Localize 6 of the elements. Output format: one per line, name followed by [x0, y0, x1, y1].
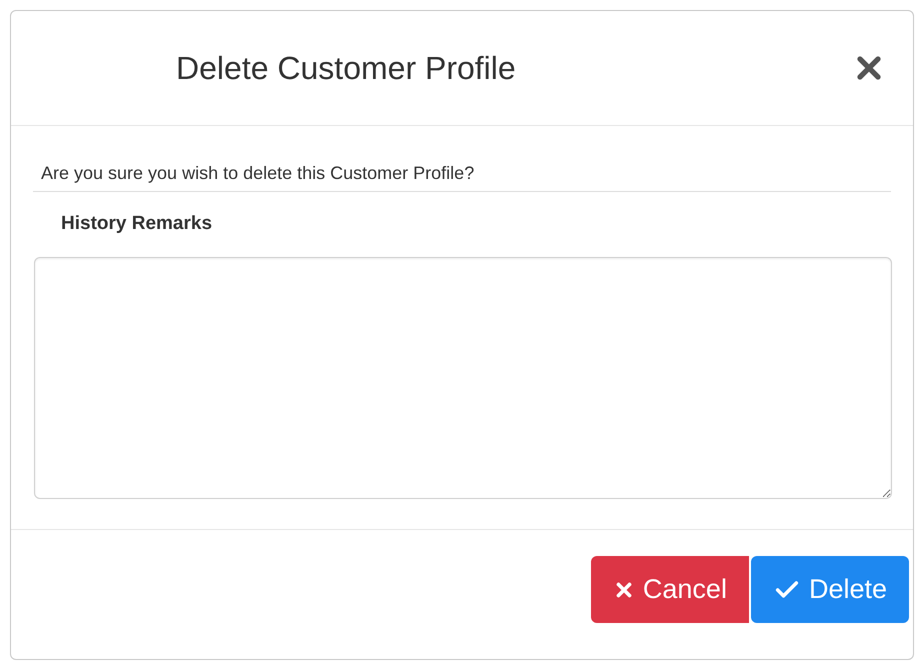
field-label: History Remarks	[61, 213, 212, 234]
delete-button[interactable]: Delete	[750, 556, 909, 623]
confirmation-message: Are you sure you wish to delete this Customer Profile?	[41, 163, 474, 183]
dialog-title: Delete Customer Profile	[176, 49, 517, 88]
cancel-button[interactable]: Cancel	[590, 556, 749, 623]
remarks-field[interactable]	[34, 256, 892, 498]
